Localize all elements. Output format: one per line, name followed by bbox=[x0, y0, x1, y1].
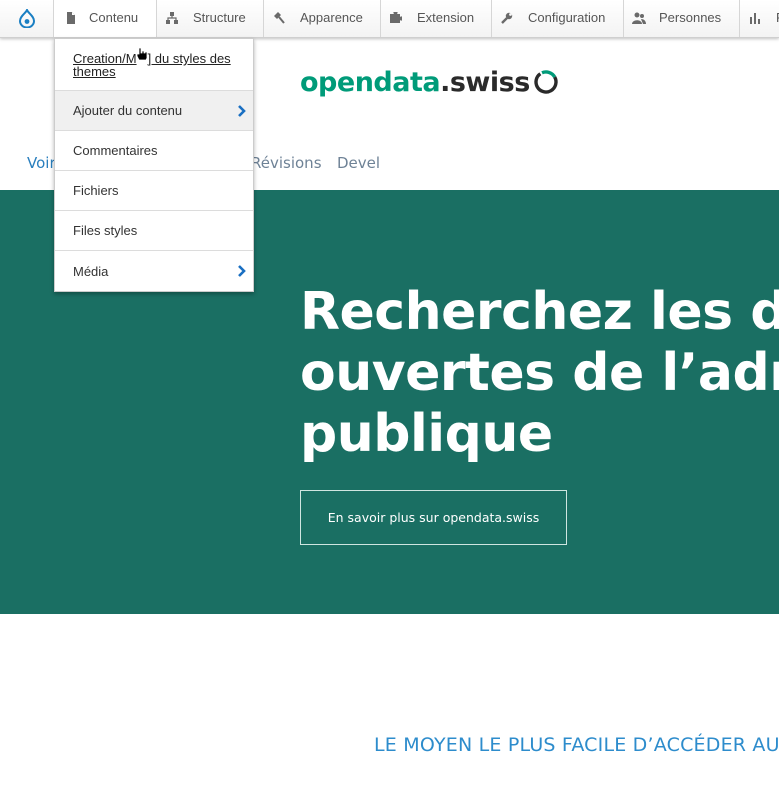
menu-item-commentaires[interactable]: Commentaires bbox=[55, 131, 253, 171]
toolbar-home-button[interactable] bbox=[0, 0, 54, 37]
menu-item-label-part: themes bbox=[73, 64, 116, 79]
toolbar-tab-extension[interactable]: Extension bbox=[381, 0, 492, 37]
brush-icon bbox=[274, 12, 285, 24]
menu-item-label-part: ] du styles des bbox=[147, 51, 231, 66]
toolbar-label: Apparence bbox=[300, 10, 363, 25]
toolbar-tab-contenu[interactable]: Contenu bbox=[54, 0, 157, 37]
toolbar-label: Configuration bbox=[528, 10, 606, 25]
toolbar-tab-personnes[interactable]: Personnes bbox=[624, 0, 740, 37]
menu-item-label: Commentaires bbox=[73, 143, 158, 158]
people-icon bbox=[632, 12, 646, 24]
menu-item-label: Ajouter du contenu bbox=[73, 103, 183, 118]
sitemap-icon bbox=[166, 12, 178, 24]
menu-item-label: Média bbox=[73, 263, 109, 279]
toolbar-label: Personnes bbox=[659, 10, 722, 25]
admin-toolbar: Contenu Structure Apparence Extension Co… bbox=[0, 0, 779, 38]
section-heading: LE MOYEN LE PLUS FACILE D’ACCÉDER AUX bbox=[374, 734, 779, 756]
menu-item-label: Files styles bbox=[73, 223, 138, 238]
toolbar-label: Structure bbox=[193, 10, 246, 25]
wrench-icon bbox=[501, 12, 513, 24]
tab-voir[interactable]: Voir bbox=[27, 154, 56, 172]
learn-more-button[interactable]: En savoir plus sur opendata.swiss bbox=[300, 490, 567, 545]
logo-text-opendata: opendata bbox=[300, 66, 441, 98]
toolbar-tab-structure[interactable]: Structure bbox=[157, 0, 264, 37]
site-logo[interactable]: opendata .swiss bbox=[300, 64, 559, 100]
toolbar-tab-apparence[interactable]: Apparence bbox=[264, 0, 381, 37]
hero-title: Recherchez les données ouvertes de l’adm… bbox=[300, 282, 779, 465]
menu-item-creation-styles[interactable]: Creation/M] du styles des themes bbox=[55, 39, 253, 91]
toolbar-label: Contenu bbox=[89, 10, 139, 25]
menu-item-label: Fichiers bbox=[73, 183, 119, 198]
logo-text-swiss: .swiss bbox=[440, 66, 530, 98]
menu-item-media[interactable]: Média bbox=[55, 251, 253, 291]
bar-chart-icon bbox=[750, 13, 760, 24]
drupal-drop-icon bbox=[18, 9, 35, 28]
menu-item-fichiers[interactable]: Fichiers bbox=[55, 171, 253, 211]
menu-item-ajouter-contenu[interactable]: Ajouter du contenu bbox=[55, 91, 253, 131]
menu-item-files-styles[interactable]: Files styles bbox=[55, 211, 253, 251]
chevron-right-icon bbox=[238, 105, 246, 117]
tab-revisions[interactable]: Révisions bbox=[251, 154, 322, 172]
hero-title-line: ouvertes de l’administration bbox=[300, 343, 779, 403]
toolbar-label: Extension bbox=[417, 10, 475, 25]
puzzle-icon bbox=[390, 12, 402, 23]
logo-ring-icon bbox=[534, 70, 558, 94]
hand-cursor-icon bbox=[136, 47, 148, 60]
toolbar-tab-reports[interactable]: R bbox=[740, 0, 779, 37]
contenu-dropdown-menu: Creation/M] du styles des themes Ajouter… bbox=[54, 38, 254, 292]
hero-title-line: publique bbox=[300, 404, 553, 464]
chevron-right-icon bbox=[238, 265, 246, 277]
hero-title-line: Recherchez les données bbox=[300, 282, 779, 342]
page-icon bbox=[67, 12, 75, 24]
toolbar-tab-configuration[interactable]: Configuration bbox=[492, 0, 624, 37]
tab-devel[interactable]: Devel bbox=[337, 154, 380, 172]
